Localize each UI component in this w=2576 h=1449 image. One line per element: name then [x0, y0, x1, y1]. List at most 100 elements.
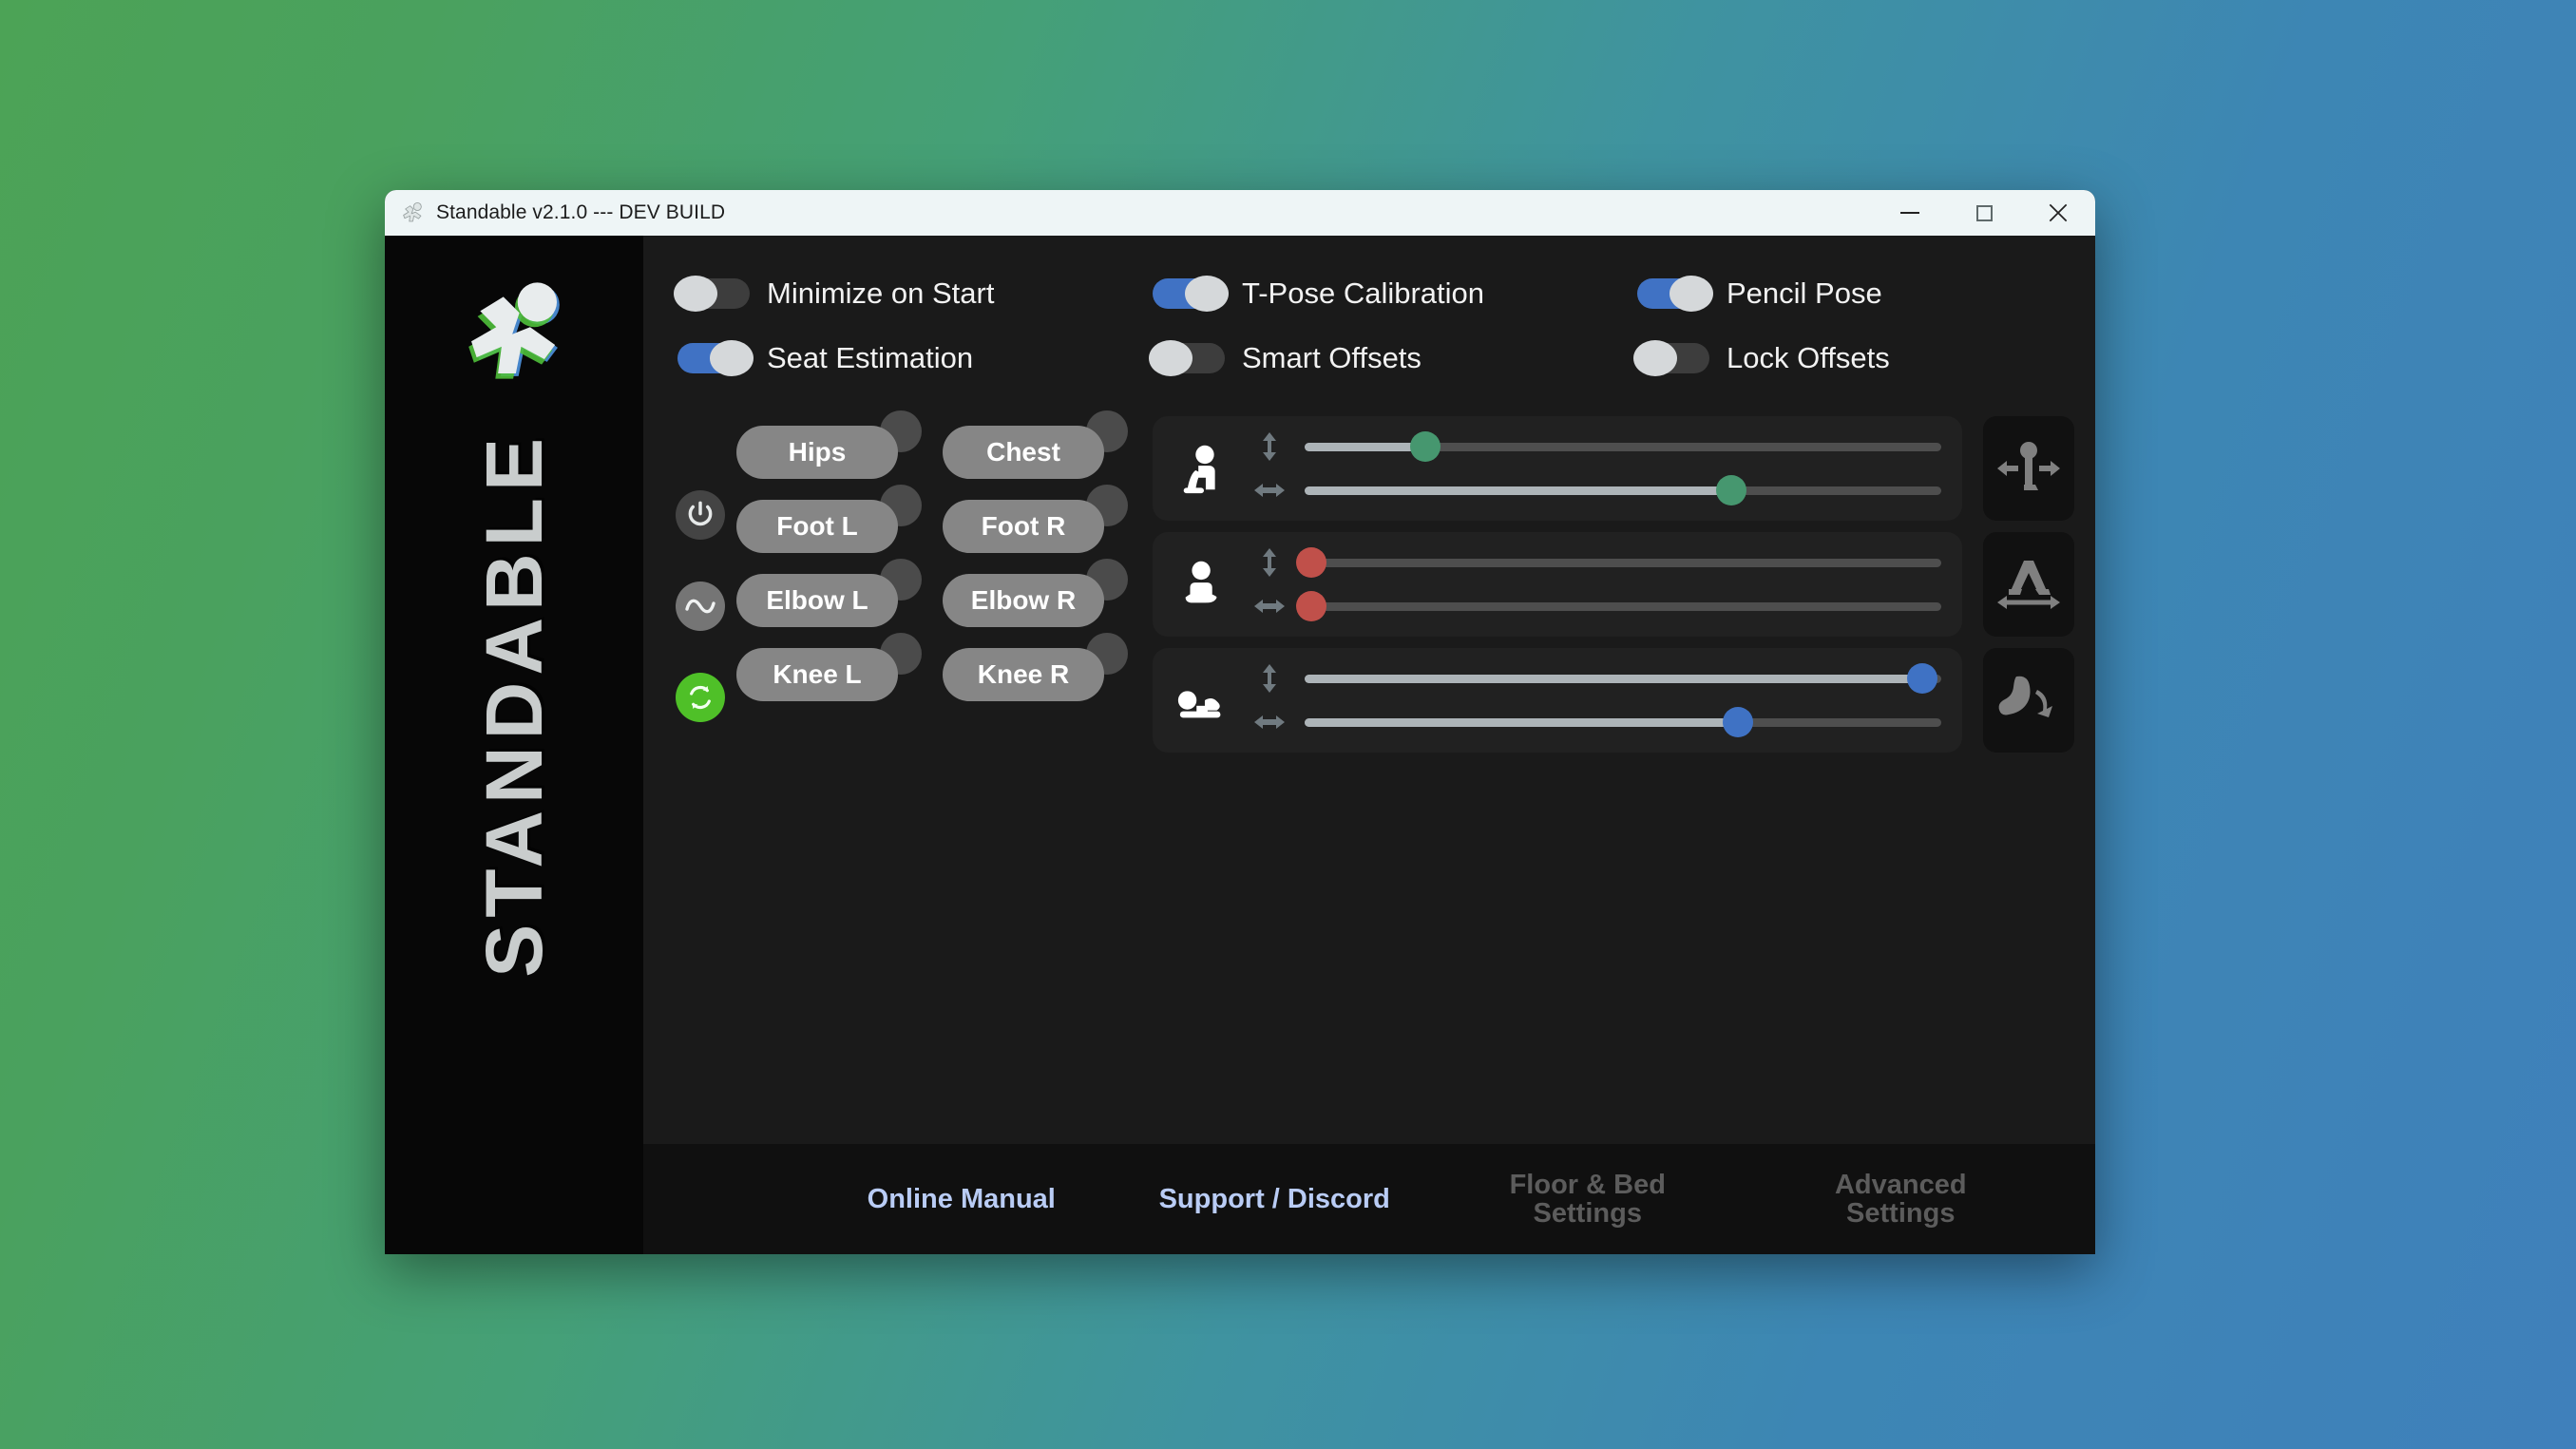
switch-smart-offsets[interactable]: [1149, 340, 1225, 376]
body-part-row: Foot L Foot R: [736, 485, 1139, 553]
leg-spacing-button[interactable]: [1983, 532, 2074, 637]
slider-fill: [1305, 717, 1738, 727]
slider-handle[interactable]: [1295, 547, 1326, 578]
toggle-smart-offsets[interactable]: Smart Offsets: [1149, 340, 1637, 376]
slider-vertical-offset[interactable]: [1305, 431, 1941, 462]
slider-vertical-offset[interactable]: [1295, 547, 1941, 578]
switch-pencil-pose[interactable]: [1637, 276, 1713, 312]
switch-knob: [1149, 340, 1193, 376]
wave-button[interactable]: [676, 582, 725, 631]
minimize-button[interactable]: [1873, 190, 1947, 236]
body-part-pill: Knee R: [943, 648, 1104, 701]
minimize-icon: [1900, 212, 1919, 214]
body-part-pill: Foot L: [736, 500, 898, 553]
toggle-lock-offsets[interactable]: Lock Offsets: [1633, 340, 2067, 376]
foot-rotation-icon: [1998, 676, 2052, 717]
body-part-pill: Chest: [943, 426, 1104, 479]
slider-horizontal-offset[interactable]: [1295, 591, 1941, 621]
slider-fill: [1305, 674, 1922, 683]
wave-icon: [685, 599, 716, 614]
footer-online-manual[interactable]: Online Manual: [805, 1184, 1118, 1213]
switch-knob: [1185, 276, 1229, 312]
body-width-button[interactable]: [1983, 416, 2074, 521]
body-part-label: Foot L: [776, 511, 858, 541]
switch-knob: [710, 340, 754, 376]
title-bar[interactable]: Standable v2.1.0 --- DEV BUILD: [385, 190, 2095, 236]
toggle-label: T-Pose Calibration: [1242, 276, 1485, 310]
foot-rotation-button[interactable]: [1983, 648, 2074, 753]
maximize-button[interactable]: [1947, 190, 2021, 236]
body-part-pill: Elbow L: [736, 574, 898, 627]
horizontal-arrow-icon: [1253, 707, 1286, 737]
slider-handle[interactable]: [1410, 431, 1441, 462]
slider-horizontal-offset[interactable]: [1305, 707, 1941, 737]
body-part-hips[interactable]: Hips: [736, 410, 922, 479]
slider-column: [1305, 663, 1941, 737]
axis-arrow-column: [1250, 547, 1289, 621]
body-part-label: Knee R: [977, 659, 1070, 689]
window-title: Standable v2.1.0 --- DEV BUILD: [436, 201, 726, 223]
maximize-icon: [1975, 204, 1993, 221]
footer-support-discord[interactable]: Support / Discord: [1118, 1184, 1432, 1213]
brand-wordmark: STANDABLE: [385, 431, 643, 1254]
body-part-chest[interactable]: Chest: [943, 410, 1128, 479]
pose-panel-sitting-chair: [1153, 416, 1962, 521]
switch-lock-offsets[interactable]: [1633, 340, 1709, 376]
body-part-row: Elbow L Elbow R: [736, 559, 1139, 627]
body-part-elbow-r[interactable]: Elbow R: [943, 559, 1128, 627]
pose-panel-sitting-floor: [1153, 532, 1962, 637]
toggle-row-2: Seat Estimation Smart Offsets Lock Offse…: [677, 340, 2067, 376]
footer-advanced-settings[interactable]: Advanced Settings: [1745, 1170, 2058, 1229]
slider-handle[interactable]: [1722, 707, 1753, 737]
standable-person-logo: [457, 274, 571, 388]
toggle-row-1: Minimize on Start T-Pose Calibration Pen…: [674, 276, 2067, 312]
power-button[interactable]: [676, 490, 725, 540]
body-part-elbow-l[interactable]: Elbow L: [736, 559, 922, 627]
window-controls: [1873, 190, 2095, 236]
quick-action-column: [664, 409, 736, 1144]
switch-minimize-on-start[interactable]: [674, 276, 750, 312]
body-part-foot-r[interactable]: Foot R: [943, 485, 1128, 553]
body-part-row: Knee L Knee R: [736, 633, 1139, 701]
switch-t-pose-calibration[interactable]: [1153, 276, 1229, 312]
slider-horizontal-offset[interactable]: [1305, 475, 1941, 505]
toggle-minimize-on-start[interactable]: Minimize on Start: [674, 276, 1153, 312]
toggle-label: Seat Estimation: [767, 341, 974, 374]
body-part-foot-l[interactable]: Foot L: [736, 485, 922, 553]
body-part-knee-r[interactable]: Knee R: [943, 633, 1128, 701]
power-icon: [688, 501, 713, 526]
switch-seat-estimation[interactable]: [677, 340, 754, 376]
slider-rail: [1305, 601, 1941, 611]
brand-wordmark-text: STANDABLE: [469, 431, 559, 978]
slider-column: [1295, 547, 1941, 621]
action-button-column: [1962, 409, 2074, 1144]
leg-spacing-icon: [1997, 561, 2060, 609]
lying-down-icon: [1174, 670, 1234, 731]
slider-rail: [1305, 558, 1941, 567]
body-part-pill: Elbow R: [943, 574, 1104, 627]
slider-handle[interactable]: [1715, 475, 1746, 505]
toggle-label: Lock Offsets: [1727, 341, 1890, 374]
body-part-knee-l[interactable]: Knee L: [736, 633, 922, 701]
body-part-label: Hips: [788, 437, 847, 467]
toggle-t-pose-calibration[interactable]: T-Pose Calibration: [1153, 276, 1637, 312]
slider-handle[interactable]: [1906, 663, 1937, 694]
toggle-seat-estimation[interactable]: Seat Estimation: [677, 340, 1153, 376]
footer-floor-bed-settings[interactable]: Floor & Bed Settings: [1431, 1170, 1745, 1229]
body-width-icon: [1997, 442, 2060, 490]
pose-panel-lying-down: [1153, 648, 1962, 753]
vertical-arrow-icon: [1253, 431, 1286, 462]
switch-knob: [1633, 340, 1677, 376]
slider-handle[interactable]: [1295, 591, 1326, 621]
toggle-section: Minimize on Start T-Pose Calibration Pen…: [643, 236, 2095, 403]
slider-column: [1305, 431, 1941, 505]
reload-button[interactable]: [676, 673, 725, 722]
switch-knob: [1670, 276, 1713, 312]
close-icon: [2049, 203, 2068, 222]
slider-vertical-offset[interactable]: [1305, 663, 1941, 694]
toggle-pencil-pose[interactable]: Pencil Pose: [1637, 276, 2067, 312]
window-body: STANDABLE Minimize on Start T-Pose Calib…: [385, 236, 2095, 1254]
body-part-pill: Foot R: [943, 500, 1104, 553]
body-part-label: Elbow L: [766, 585, 868, 615]
close-button[interactable]: [2021, 190, 2095, 236]
